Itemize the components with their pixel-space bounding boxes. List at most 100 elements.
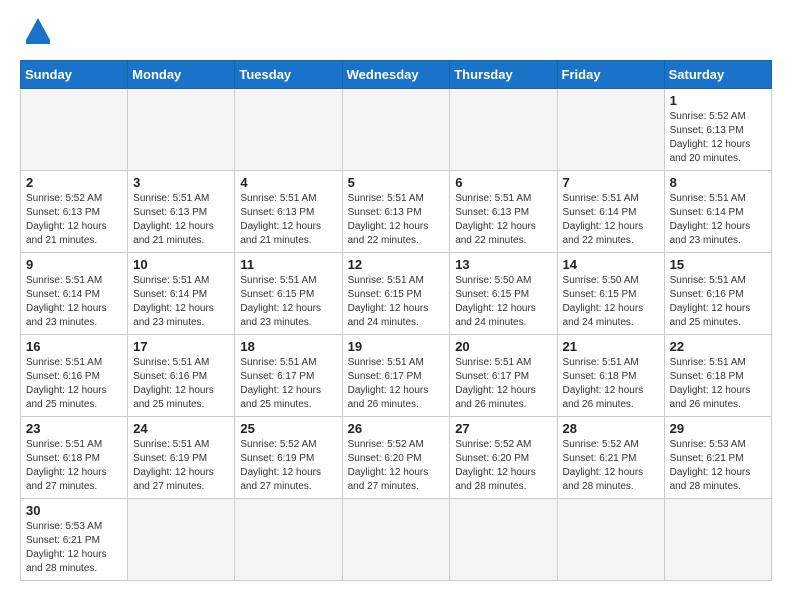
- day-number: 21: [563, 339, 659, 354]
- day-number: 25: [240, 421, 336, 436]
- day-number: 9: [26, 257, 122, 272]
- calendar-cell: 13 Sunrise: 5:50 AM Sunset: 6:15 PM Dayli…: [450, 253, 557, 335]
- calendar-cell: 30 Sunrise: 5:53 AM Sunset: 6:21 PM Dayli…: [21, 499, 128, 581]
- day-info: Sunrise: 5:51 AM Sunset: 6:14 PM Dayligh…: [563, 192, 659, 248]
- day-info: Sunrise: 5:51 AM Sunset: 6:14 PM Dayligh…: [133, 274, 229, 330]
- day-info: Sunrise: 5:51 AM Sunset: 6:16 PM Dayligh…: [670, 274, 766, 330]
- day-header-thursday: Thursday: [450, 61, 557, 89]
- day-info: Sunrise: 5:51 AM Sunset: 6:14 PM Dayligh…: [670, 192, 766, 248]
- page-header: [20, 20, 772, 44]
- logo: [20, 20, 52, 44]
- calendar-cell: 24 Sunrise: 5:51 AM Sunset: 6:19 PM Dayli…: [128, 417, 235, 499]
- day-number: 19: [348, 339, 445, 354]
- calendar-cell: [342, 499, 450, 581]
- calendar-cell: 21Sunrise: 5:51 AM Sunset: 6:18 PM Dayli…: [557, 335, 664, 417]
- calendar-cell: 23Sunrise: 5:51 AM Sunset: 6:18 PM Dayli…: [21, 417, 128, 499]
- day-number: 23: [26, 421, 122, 436]
- calendar-body: 1 Sunrise: 5:52 AM Sunset: 6:13 PM Daylig…: [21, 89, 772, 581]
- day-header-tuesday: Tuesday: [235, 61, 342, 89]
- day-info: Sunrise: 5:52 AM Sunset: 6:21 PM Dayligh…: [563, 438, 659, 494]
- day-info: Sunrise: 5:51 AM Sunset: 6:17 PM Dayligh…: [455, 356, 551, 412]
- calendar-week-5: 23Sunrise: 5:51 AM Sunset: 6:18 PM Dayli…: [21, 417, 772, 499]
- day-number: 1: [670, 93, 766, 108]
- day-number: 7: [563, 175, 659, 190]
- day-info: Sunrise: 5:52 AM Sunset: 6:20 PM Dayligh…: [348, 438, 445, 494]
- day-number: 20: [455, 339, 551, 354]
- day-number: 27: [455, 421, 551, 436]
- day-number: 3: [133, 175, 229, 190]
- day-info: Sunrise: 5:52 AM Sunset: 6:13 PM Dayligh…: [670, 110, 766, 166]
- day-info: Sunrise: 5:51 AM Sunset: 6:19 PM Dayligh…: [133, 438, 229, 494]
- day-info: Sunrise: 5:53 AM Sunset: 6:21 PM Dayligh…: [26, 520, 122, 576]
- logo-icon: [24, 16, 52, 44]
- day-info: Sunrise: 5:53 AM Sunset: 6:21 PM Dayligh…: [670, 438, 766, 494]
- calendar-cell: 27Sunrise: 5:52 AM Sunset: 6:20 PM Dayli…: [450, 417, 557, 499]
- day-info: Sunrise: 5:51 AM Sunset: 6:13 PM Dayligh…: [240, 192, 336, 248]
- calendar-cell: 25Sunrise: 5:52 AM Sunset: 6:19 PM Dayli…: [235, 417, 342, 499]
- day-number: 12: [348, 257, 445, 272]
- day-number: 26: [348, 421, 445, 436]
- day-number: 15: [670, 257, 766, 272]
- calendar-cell: 29 Sunrise: 5:53 AM Sunset: 6:21 PM Dayli…: [664, 417, 771, 499]
- calendar-cell: 26 Sunrise: 5:52 AM Sunset: 6:20 PM Dayli…: [342, 417, 450, 499]
- day-number: 30: [26, 503, 122, 518]
- day-info: Sunrise: 5:51 AM Sunset: 6:13 PM Dayligh…: [348, 192, 445, 248]
- day-number: 28: [563, 421, 659, 436]
- day-header-friday: Friday: [557, 61, 664, 89]
- calendar-cell: [128, 499, 235, 581]
- day-number: 8: [670, 175, 766, 190]
- calendar-cell: 14 Sunrise: 5:50 AM Sunset: 6:15 PM Dayli…: [557, 253, 664, 335]
- calendar-cell: 16Sunrise: 5:51 AM Sunset: 6:16 PM Dayli…: [21, 335, 128, 417]
- calendar-cell: 9 Sunrise: 5:51 AM Sunset: 6:14 PM Daylig…: [21, 253, 128, 335]
- calendar-cell: 17 Sunrise: 5:51 AM Sunset: 6:16 PM Dayli…: [128, 335, 235, 417]
- day-info: Sunrise: 5:51 AM Sunset: 6:15 PM Dayligh…: [240, 274, 336, 330]
- day-number: 24: [133, 421, 229, 436]
- days-of-week-row: SundayMondayTuesdayWednesdayThursdayFrid…: [21, 61, 772, 89]
- calendar-week-4: 16 Sunrise: 5:51 AM Sunset: 6:16 PM Dayli…: [21, 335, 772, 417]
- day-header-sunday: Sunday: [21, 61, 128, 89]
- calendar-cell: 28 Sunrise: 5:52 AM Sunset: 6:21 PM Dayli…: [557, 417, 664, 499]
- day-number: 4: [240, 175, 336, 190]
- calendar-cell: 1 Sunrise: 5:52 AM Sunset: 6:13 PM Daylig…: [664, 89, 771, 171]
- day-info: Sunrise: 5:51 AM Sunset: 6:18 PM Dayligh…: [670, 356, 766, 412]
- day-number: 14: [563, 257, 659, 272]
- day-header-monday: Monday: [128, 61, 235, 89]
- day-info: Sunrise: 5:51 AM Sunset: 6:14 PM Dayligh…: [26, 274, 122, 330]
- day-info: Sunrise: 5:50 AM Sunset: 6:15 PM Dayligh…: [563, 274, 659, 330]
- calendar-cell: [557, 89, 664, 171]
- calendar-cell: [664, 499, 771, 581]
- day-number: 22: [670, 339, 766, 354]
- calendar-cell: 2 Sunrise: 5:52 AM Sunset: 6:13 PM Daylig…: [21, 171, 128, 253]
- day-number: 29: [670, 421, 766, 436]
- day-number: 10: [133, 257, 229, 272]
- day-number: 18: [240, 339, 336, 354]
- calendar-cell: 18Sunrise: 5:51 AM Sunset: 6:17 PM Dayli…: [235, 335, 342, 417]
- day-info: Sunrise: 5:51 AM Sunset: 6:17 PM Dayligh…: [348, 356, 445, 412]
- calendar-cell: [557, 499, 664, 581]
- day-number: 16: [26, 339, 122, 354]
- calendar-week-2: 2 Sunrise: 5:52 AM Sunset: 6:13 PM Daylig…: [21, 171, 772, 253]
- day-info: Sunrise: 5:51 AM Sunset: 6:13 PM Dayligh…: [133, 192, 229, 248]
- day-number: 6: [455, 175, 551, 190]
- day-number: 13: [455, 257, 551, 272]
- calendar-cell: 22 Sunrise: 5:51 AM Sunset: 6:18 PM Dayli…: [664, 335, 771, 417]
- calendar-cell: 6Sunrise: 5:51 AM Sunset: 6:13 PM Daylig…: [450, 171, 557, 253]
- calendar-cell: 8 Sunrise: 5:51 AM Sunset: 6:14 PM Daylig…: [664, 171, 771, 253]
- calendar-cell: 5Sunrise: 5:51 AM Sunset: 6:13 PM Daylig…: [342, 171, 450, 253]
- day-header-saturday: Saturday: [664, 61, 771, 89]
- day-header-wednesday: Wednesday: [342, 61, 450, 89]
- calendar-cell: [128, 89, 235, 171]
- day-info: Sunrise: 5:51 AM Sunset: 6:16 PM Dayligh…: [133, 356, 229, 412]
- calendar-cell: 7 Sunrise: 5:51 AM Sunset: 6:14 PM Daylig…: [557, 171, 664, 253]
- calendar-cell: [450, 89, 557, 171]
- calendar-cell: 4 Sunrise: 5:51 AM Sunset: 6:13 PM Daylig…: [235, 171, 342, 253]
- calendar-cell: [342, 89, 450, 171]
- day-info: Sunrise: 5:51 AM Sunset: 6:15 PM Dayligh…: [348, 274, 445, 330]
- calendar-cell: 10 Sunrise: 5:51 AM Sunset: 6:14 PM Dayli…: [128, 253, 235, 335]
- calendar-cell: 19 Sunrise: 5:51 AM Sunset: 6:17 PM Dayli…: [342, 335, 450, 417]
- day-number: 17: [133, 339, 229, 354]
- calendar-cell: [21, 89, 128, 171]
- day-number: 2: [26, 175, 122, 190]
- day-info: Sunrise: 5:50 AM Sunset: 6:15 PM Dayligh…: [455, 274, 551, 330]
- day-info: Sunrise: 5:52 AM Sunset: 6:13 PM Dayligh…: [26, 192, 122, 248]
